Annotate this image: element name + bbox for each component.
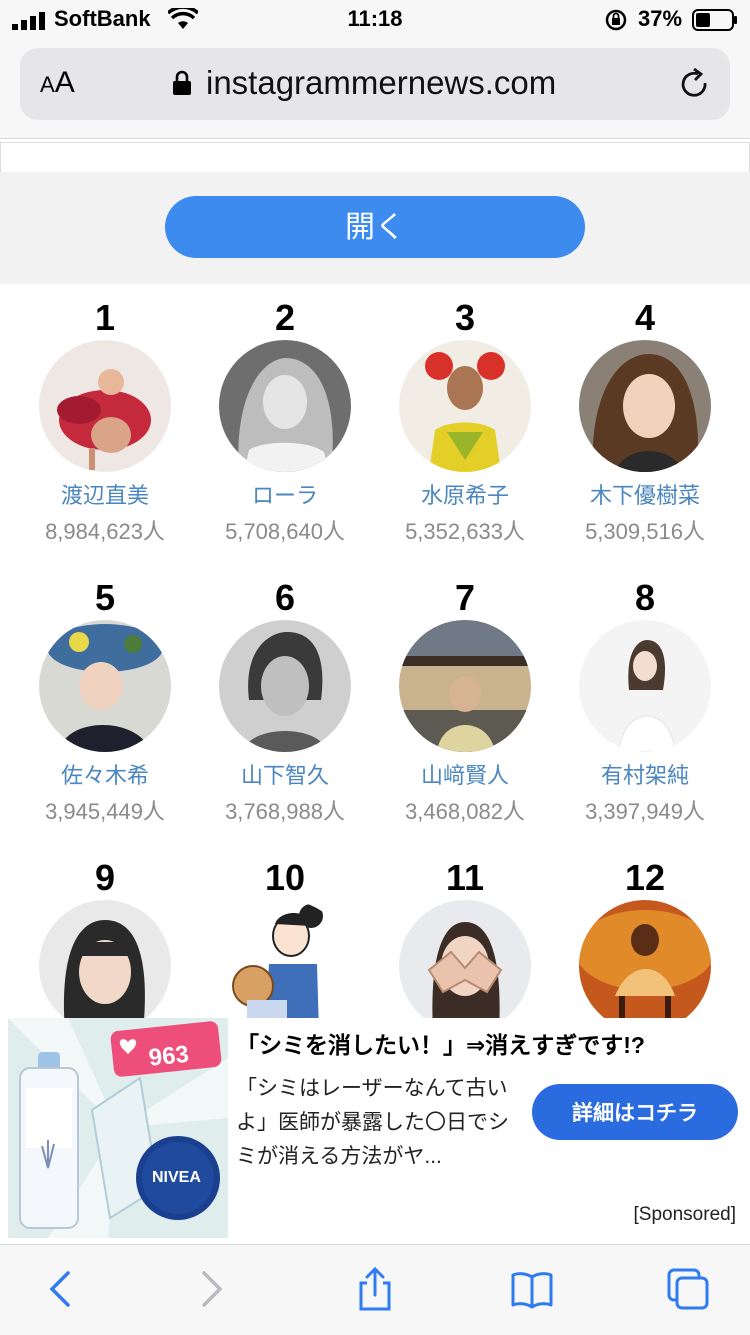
follower-count: 3,468,082人 xyxy=(405,799,525,824)
avatar[interactable] xyxy=(579,620,711,752)
status-bar: SoftBank 11:18 37% xyxy=(0,0,750,40)
browser-bottom-toolbar xyxy=(0,1244,750,1335)
follower-count: 5,708,640人 xyxy=(225,519,345,544)
rotation-lock-icon xyxy=(605,9,627,31)
person-name[interactable]: 渡辺直美 xyxy=(15,478,195,510)
battery-icon xyxy=(692,9,737,31)
avatar[interactable] xyxy=(399,620,531,752)
lock-icon xyxy=(173,70,191,95)
person-name[interactable]: 水原希子 xyxy=(375,478,555,510)
ad-like-count: 963 xyxy=(147,1041,190,1072)
ad-body[interactable]: 「シミはレーザーなんて古いよ」医師が暴露した〇日でシミが消える方法がヤ... xyxy=(236,1072,526,1174)
avatar[interactable] xyxy=(399,900,531,1018)
open-app-banner: 開く xyxy=(0,172,750,284)
sponsored-ad[interactable]: 963 NIVEA 「シミを消したい！」⇒消えすぎです!? 「シミはレーザーなん… xyxy=(0,1018,750,1244)
ranking-item[interactable]: 10 xyxy=(195,844,375,1018)
avatar[interactable] xyxy=(39,620,171,752)
reload-icon[interactable] xyxy=(678,68,712,102)
ranking-item[interactable]: 1 渡辺直美 8,984,623人 xyxy=(15,284,195,546)
person-name[interactable]: 佐々木希 xyxy=(15,758,195,790)
ranking-grid: 1 渡辺直美 8,984,623人 2 ローラ 5,708,640人 3 水原希… xyxy=(0,284,750,1018)
person-name[interactable]: 有村架純 xyxy=(555,758,735,790)
tabs-icon xyxy=(667,1268,709,1310)
follower-count: 3,768,988人 xyxy=(225,799,345,824)
follower-count: 3,945,449人 xyxy=(45,799,165,824)
follower-count: 3,397,949人 xyxy=(585,799,705,824)
rank-number: 5 xyxy=(94,577,116,618)
chevron-right-icon xyxy=(202,1271,223,1307)
url-text[interactable]: instagrammernews.com xyxy=(206,64,556,102)
rank-number: 6 xyxy=(274,577,296,618)
rank-number: 3 xyxy=(454,297,476,338)
avatar[interactable] xyxy=(219,620,351,752)
ad-image[interactable]: 963 NIVEA xyxy=(8,1018,228,1238)
ranking-item[interactable]: 11 xyxy=(375,844,555,1018)
avatar[interactable] xyxy=(39,340,171,472)
book-icon xyxy=(511,1272,553,1309)
tabs-button[interactable] xyxy=(666,1267,710,1311)
rank-number: 2 xyxy=(274,297,296,338)
ranking-item[interactable]: 5 佐々木希 3,945,449人 xyxy=(15,564,195,826)
ranking-item[interactable]: 9 xyxy=(15,844,195,1018)
ad-details-button[interactable]: 詳細はコチラ xyxy=(532,1084,738,1140)
share-button[interactable] xyxy=(353,1267,397,1311)
follower-count: 5,309,516人 xyxy=(585,519,705,544)
ranking-item[interactable]: 6 山下智久 3,768,988人 xyxy=(195,564,375,826)
person-name[interactable]: 山下智久 xyxy=(195,758,375,790)
ad-placeholder-strip xyxy=(0,142,750,174)
text-size-button[interactable]: AA xyxy=(40,66,75,100)
ad-product-label: NIVEA xyxy=(152,1169,201,1186)
avatar[interactable] xyxy=(579,900,711,1018)
chevron-left-icon xyxy=(49,1271,70,1307)
ranking-item[interactable]: 2 ローラ 5,708,640人 xyxy=(195,284,375,546)
ranking-item[interactable]: 7 山﨑賢人 3,468,082人 xyxy=(375,564,555,826)
sponsored-label: [Sponsored] xyxy=(633,1204,736,1225)
browser-toolbar: AA instagrammernews.com xyxy=(0,40,750,139)
forward-button[interactable] xyxy=(190,1267,234,1311)
address-bar[interactable]: AA instagrammernews.com xyxy=(20,48,730,120)
rank-number: 8 xyxy=(634,577,656,618)
person-name[interactable]: ローラ xyxy=(195,478,375,510)
battery-percentage: 37% xyxy=(638,6,683,31)
person-name[interactable]: 山﨑賢人 xyxy=(375,758,555,790)
rank-number: 10 xyxy=(264,857,306,898)
share-icon xyxy=(359,1267,391,1311)
person-name[interactable]: 木下優樹菜 xyxy=(555,478,735,510)
ranking-item[interactable]: 4 木下優樹菜 5,309,516人 xyxy=(555,284,735,546)
rank-number: 1 xyxy=(94,297,116,338)
open-button[interactable]: 開く xyxy=(165,196,585,258)
avatar[interactable] xyxy=(39,900,171,1018)
rank-number: 7 xyxy=(454,577,476,618)
follower-count: 5,352,633人 xyxy=(405,519,525,544)
bookmarks-button[interactable] xyxy=(510,1267,554,1311)
avatar[interactable] xyxy=(219,340,351,472)
ad-title[interactable]: 「シミを消したい！」⇒消えすぎです!? xyxy=(236,1026,645,1060)
ranking-item[interactable]: 3 水原希子 5,352,633人 xyxy=(375,284,555,546)
ranking-item[interactable]: 8 有村架純 3,397,949人 xyxy=(555,564,735,826)
back-button[interactable] xyxy=(38,1267,82,1311)
rank-number: 12 xyxy=(624,857,666,898)
avatar[interactable] xyxy=(219,900,351,1018)
avatar[interactable] xyxy=(399,340,531,472)
ranking-item[interactable]: 12 xyxy=(555,844,735,1018)
avatar[interactable] xyxy=(579,340,711,472)
follower-count: 8,984,623人 xyxy=(45,519,165,544)
rank-number: 4 xyxy=(634,297,656,338)
rank-number: 9 xyxy=(94,857,116,898)
rank-number: 11 xyxy=(445,857,485,898)
